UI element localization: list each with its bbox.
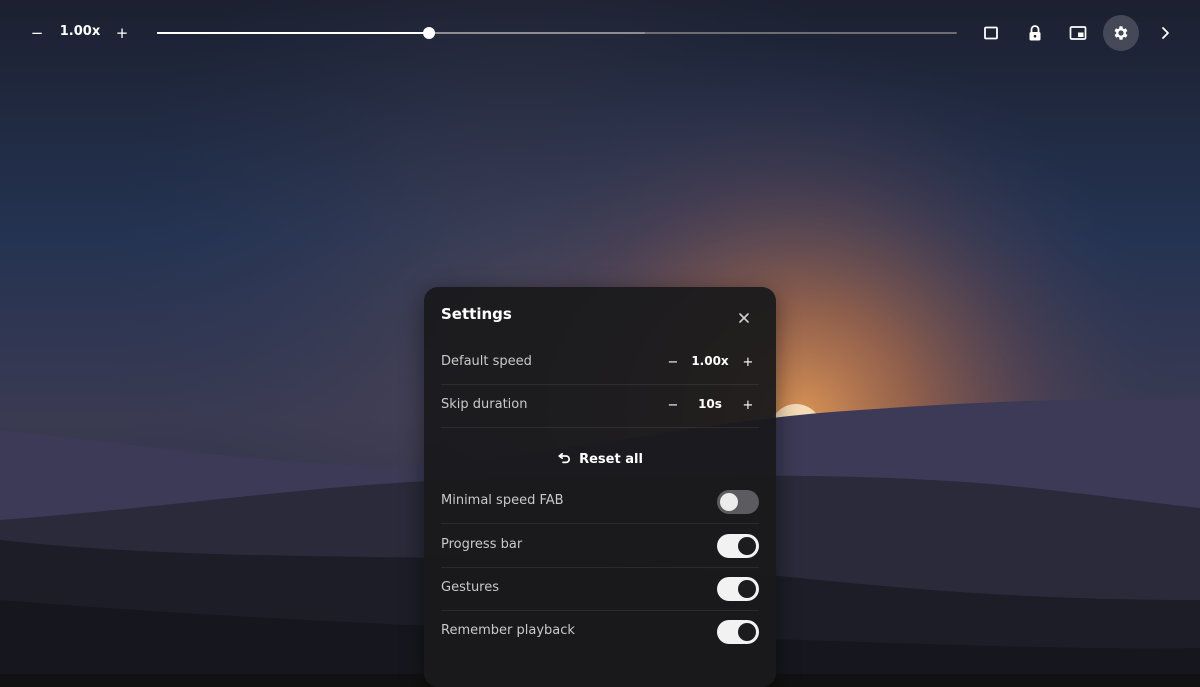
minus-icon: − [667,354,679,370]
chevron-right-icon [1162,27,1169,39]
played-bar [157,32,429,34]
fullscreen-icon [984,26,998,40]
progress-thumb[interactable] [423,27,435,39]
skip-duration-label: Skip duration [441,397,528,412]
toggle-row: Progress bar [441,525,759,568]
speed-increase-button[interactable]: + [106,17,138,49]
default-speed-label: Default speed [441,354,532,369]
gear-icon [1114,26,1128,40]
toggle-knob [720,493,738,511]
gestures-toggle[interactable] [717,577,759,601]
plus-icon: + [742,354,754,370]
plus-icon: + [115,24,129,42]
close-settings-button[interactable] [732,306,756,330]
skip-duration-value: 10s [698,397,722,411]
player-toolbar: − 1.00x + [0,0,1200,66]
speed-decrease-button[interactable]: − [21,17,53,49]
default-speed-increase-button[interactable]: + [738,352,758,372]
default-speed-decrease-button[interactable]: − [663,352,683,372]
settings-title: Settings [441,305,512,323]
reset-all-button[interactable]: Reset all [424,449,776,469]
remember-playback-toggle[interactable] [717,620,759,644]
undo-icon [558,453,571,464]
progress-bar-toggle[interactable] [717,534,759,558]
lock-button[interactable] [1019,17,1051,49]
settings-panel: Settings Default speed − 1.00x + Skip du… [424,287,776,687]
minus-icon: − [30,24,44,42]
skip-duration-row: Skip duration − 10s + [441,385,759,428]
collapse-toolbar-button[interactable] [1149,17,1181,49]
settings-button[interactable] [1103,15,1139,51]
fullscreen-button[interactable] [975,17,1007,49]
skip-duration-decrease-button[interactable]: − [663,395,683,415]
toggle-label: Minimal speed FAB [441,493,564,508]
toggle-label: Progress bar [441,537,523,552]
toggle-row: Gestures [441,568,759,611]
close-icon [739,313,749,323]
toggle-row: Minimal speed FAB [441,481,759,524]
toggle-label: Gestures [441,580,500,595]
default-speed-row: Default speed − 1.00x + [441,342,759,385]
toggle-row: Remember playback [441,611,759,653]
picture-in-picture-icon [1069,26,1087,40]
speed-value: 1.00x [59,24,101,39]
lock-icon [1029,25,1041,41]
toggle-label: Remember playback [441,623,575,638]
default-speed-value: 1.00x [691,354,729,368]
toggle-knob [738,580,756,598]
skip-duration-increase-button[interactable]: + [738,395,758,415]
picture-in-picture-button[interactable] [1062,17,1094,49]
toggle-knob [738,623,756,641]
toggle-knob [738,537,756,555]
minus-icon: − [667,397,679,413]
plus-icon: + [742,397,754,413]
minimal-speed-fab-toggle[interactable] [717,490,759,514]
progress-slider[interactable] [157,27,957,39]
reset-all-label: Reset all [579,451,643,467]
